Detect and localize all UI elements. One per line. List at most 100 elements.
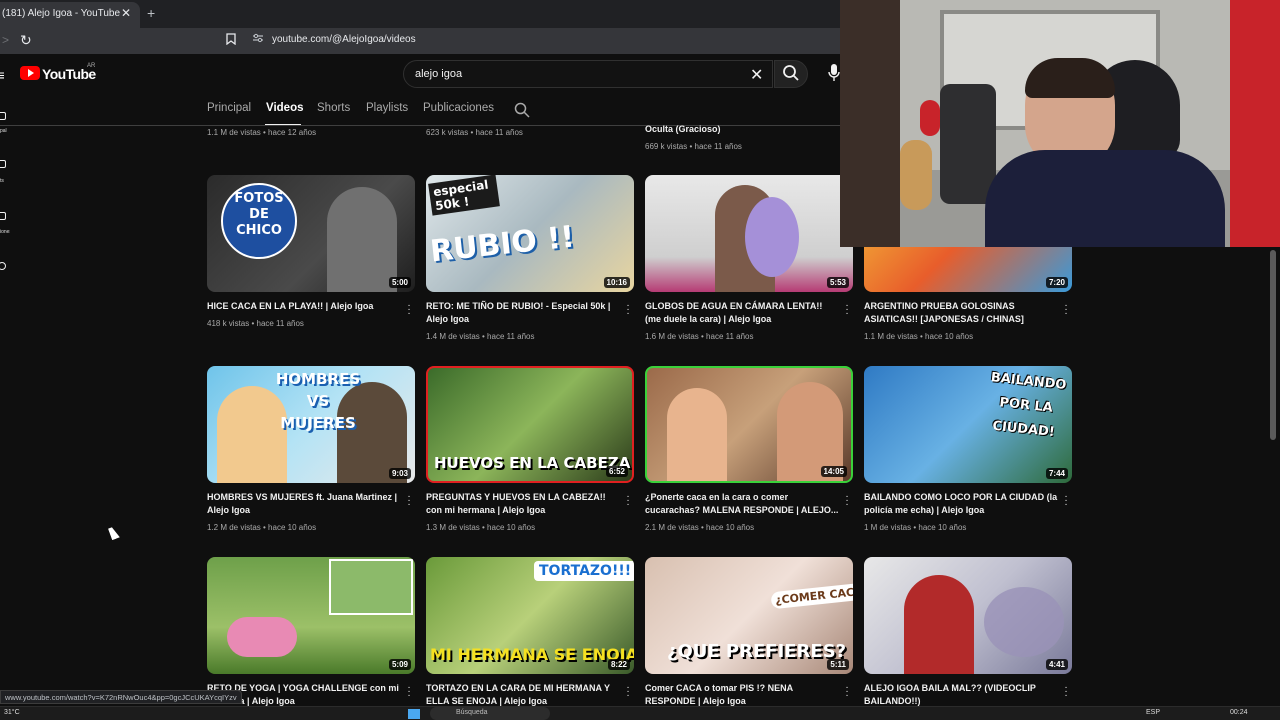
video-thumbnail[interactable]: HOMBRES VS MUJERES 9:03 (207, 366, 415, 483)
video-thumbnail[interactable]: HUEVOS EN LA CABEZA! 6:52 (426, 366, 634, 483)
shorts-icon[interactable] (0, 160, 6, 168)
video-title[interactable]: HOMBRES VS MUJERES ft. Juana Martinez | … (207, 491, 402, 517)
video-options-icon[interactable]: · · · (406, 301, 412, 319)
video-options-icon[interactable]: · · · (844, 492, 850, 510)
video-thumbnail[interactable]: 5:53 (645, 175, 853, 292)
video-options-icon[interactable]: · · · (1063, 301, 1069, 319)
sidebar-label-subscriptions[interactable]: iones (0, 229, 10, 235)
status-url: www.youtube.com/watch?v=K72nRNwOuc4&pp=0… (0, 690, 242, 704)
video-thumbnail[interactable]: BAILANDO POR LA CIUDAD! 7:44 (864, 366, 1072, 483)
video-duration: 8:22 (607, 659, 630, 670)
site-info-icon[interactable] (252, 32, 264, 47)
video-title[interactable]: RETO: ME TIÑO DE RUBIO! - Especial 50k |… (426, 300, 621, 326)
taskbar-search-placeholder[interactable]: Búsqueda (456, 709, 488, 716)
webcam-red-wall (1230, 0, 1280, 247)
thumbnail-text: FOTOS DE CHICO (234, 191, 284, 238)
thumbnail-text-secondary: ¿COMER CACA? (770, 581, 853, 610)
video-options-icon[interactable]: · · · (406, 683, 412, 701)
video-title[interactable]: Comer CACA o tomar PIS !? NENA RESPONDE … (645, 682, 840, 708)
thumbnail-text: HOMBRES VS MUJERES (275, 370, 361, 432)
thumbnail-smoke (984, 587, 1064, 657)
video-duration: 5:09 (388, 659, 411, 670)
video-meta: 1.1 M de vistas • hace 10 años (864, 332, 974, 341)
video-options-icon[interactable]: · · · (844, 683, 850, 701)
url-text[interactable]: youtube.com/@AlejoIgoa/videos (272, 34, 416, 45)
video-meta: 1.6 M de vistas • hace 11 años (645, 332, 754, 341)
video-title[interactable]: Oculta (Gracioso) (645, 123, 840, 136)
close-tab-icon[interactable]: ✕ (121, 6, 131, 20)
tab-shorts[interactable]: Shorts (317, 102, 350, 114)
subscriptions-icon[interactable] (0, 212, 6, 220)
browser-tab[interactable]: (181) Alejo Igoa - YouTube (0, 2, 140, 28)
video-duration: 10:16 (603, 277, 630, 288)
video-options-icon[interactable]: · · · (1063, 683, 1069, 701)
video-thumbnail[interactable]: 14:05 (645, 366, 853, 483)
video-duration: 6:52 (605, 466, 628, 477)
video-duration: 5:11 (827, 659, 849, 670)
search-icon[interactable] (782, 64, 800, 87)
video-options-icon[interactable]: · · · (625, 492, 631, 510)
video-title[interactable]: ALEJO IGOA BAILA MAL?? (VIDEOCLIP BAILAN… (864, 682, 1059, 708)
video-thumbnail[interactable]: 5:09 (207, 557, 415, 674)
video-duration: 4:41 (1045, 659, 1068, 670)
new-tab-button[interactable]: + (147, 5, 155, 21)
sidebar-label-shorts[interactable]: ts (0, 178, 10, 184)
video-thumbnail[interactable]: 4:41 (864, 557, 1072, 674)
webcam-hair (1025, 58, 1115, 98)
video-duration: 7:44 (1045, 468, 1068, 479)
video-meta: 1.3 M de vistas • hace 10 años (426, 523, 536, 532)
video-title[interactable]: ¿Ponerte caca en la cara o comer cucarac… (645, 491, 840, 517)
video-duration: 5:00 (388, 277, 411, 288)
taskbar-search[interactable] (430, 707, 550, 720)
video-meta: 623 k vistas • hace 11 años (426, 128, 523, 137)
webcam-shirt (985, 150, 1225, 247)
channel-search-icon[interactable] (514, 102, 530, 123)
reload-icon[interactable]: ↻ (20, 32, 32, 49)
tab-publicaciones[interactable]: Publicaciones (423, 102, 494, 114)
video-title[interactable]: BAILANDO COMO LOCO POR LA CIUDAD (la pol… (864, 491, 1059, 517)
thumbnail-person (227, 617, 297, 657)
video-title[interactable]: TORTAZO EN LA CARA DE MI HERMANA Y ELLA … (426, 682, 621, 708)
mouse-cursor-icon (108, 525, 120, 541)
video-meta: 1.1 M de vistas • hace 12 años (207, 128, 317, 137)
video-options-icon[interactable]: · · · (625, 301, 631, 319)
home-icon[interactable] (0, 112, 6, 120)
video-thumbnail[interactable]: FOTOS DE CHICO 5:00 (207, 175, 415, 292)
thumbnail-text-secondary: especial 50k ! (428, 175, 500, 216)
sidebar-label-home[interactable]: pal (0, 128, 10, 134)
hamburger-menu-icon[interactable]: ≡ (0, 67, 4, 83)
video-thumbnail[interactable]: TORTAZO!!! MI HERMANA SE ENOJA !!! 8:22 (426, 557, 634, 674)
thumbnail-person (904, 575, 974, 674)
video-title[interactable]: HICE CACA EN LA PLAYA!! | Alejo Igoa (207, 300, 402, 313)
tab-playlists[interactable]: Playlists (366, 102, 408, 114)
bookmark-icon[interactable] (226, 33, 236, 48)
language-indicator[interactable]: ESP (1146, 709, 1160, 716)
video-options-icon[interactable]: · · · (844, 301, 850, 319)
video-options-icon[interactable]: · · · (1063, 492, 1069, 510)
thumbnail-inset (329, 559, 413, 615)
windows-start-icon[interactable] (408, 709, 420, 719)
browser-tab-title: (181) Alejo Igoa - YouTube (2, 8, 121, 19)
webcam-guitar (900, 140, 932, 210)
clock[interactable]: 00:24 (1230, 709, 1248, 716)
video-options-icon[interactable]: · · · (625, 683, 631, 701)
video-title[interactable]: PREGUNTAS Y HUEVOS EN LA CABEZA!! con mi… (426, 491, 621, 517)
you-icon[interactable] (0, 262, 6, 270)
video-title[interactable]: GLOBOS DE AGUA EN CÁMARA LENTA!! (me due… (645, 300, 840, 326)
weather-temp[interactable]: 31°C (4, 709, 20, 716)
search-input-value[interactable]: alejo igoa (415, 68, 462, 80)
tab-videos[interactable]: Videos (266, 102, 304, 114)
thumbnail-text: BAILANDO POR LA CIUDAD! (990, 370, 1068, 441)
youtube-logo-icon[interactable] (20, 66, 40, 80)
address-bar (0, 28, 840, 54)
forward-icon[interactable]: > (2, 33, 9, 47)
video-title[interactable]: ARGENTINO PRUEBA GOLOSINAS ASIATICAS!! [… (864, 300, 1059, 326)
video-options-icon[interactable]: · · · (406, 492, 412, 510)
video-duration: 5:53 (826, 277, 849, 288)
tab-principal[interactable]: Principal (207, 102, 251, 114)
webcam-chair (940, 84, 996, 204)
page-scrollbar[interactable] (1270, 250, 1276, 440)
clear-search-icon[interactable]: ✕ (750, 65, 763, 85)
video-thumbnail[interactable]: especial 50k ! RUBIO !! 10:16 (426, 175, 634, 292)
video-thumbnail[interactable]: ¿COMER CACA? ¿QUE PREFIERES? 5:11 (645, 557, 853, 674)
